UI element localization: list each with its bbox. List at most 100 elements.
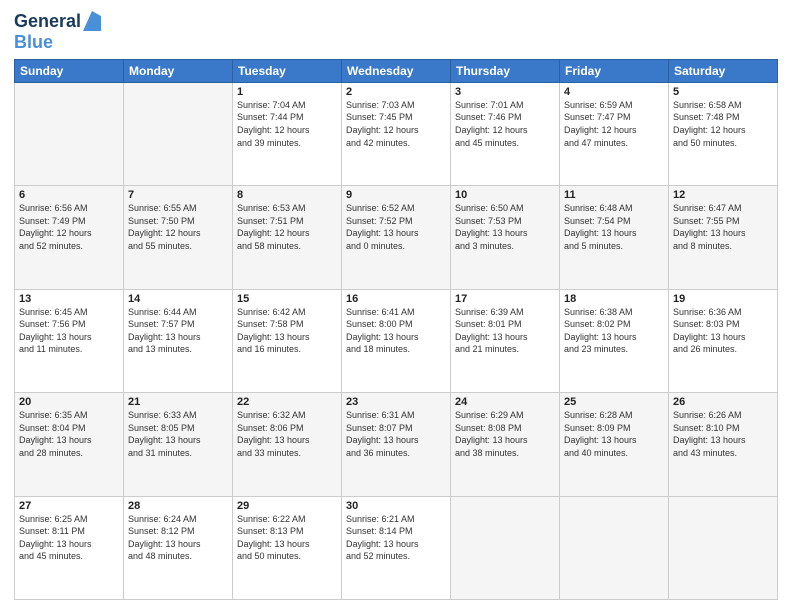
day-info: Sunrise: 6:24 AM Sunset: 8:12 PM Dayligh… xyxy=(128,513,228,563)
calendar-cell: 21Sunrise: 6:33 AM Sunset: 8:05 PM Dayli… xyxy=(124,393,233,496)
calendar-header-row: SundayMondayTuesdayWednesdayThursdayFrid… xyxy=(15,59,778,82)
calendar-cell: 2Sunrise: 7:03 AM Sunset: 7:45 PM Daylig… xyxy=(342,82,451,185)
calendar-cell: 24Sunrise: 6:29 AM Sunset: 8:08 PM Dayli… xyxy=(451,393,560,496)
day-info: Sunrise: 6:32 AM Sunset: 8:06 PM Dayligh… xyxy=(237,409,337,459)
day-number: 6 xyxy=(19,189,119,201)
day-info: Sunrise: 6:48 AM Sunset: 7:54 PM Dayligh… xyxy=(564,202,664,252)
day-info: Sunrise: 6:26 AM Sunset: 8:10 PM Dayligh… xyxy=(673,409,773,459)
day-number: 24 xyxy=(455,396,555,408)
day-info: Sunrise: 6:25 AM Sunset: 8:11 PM Dayligh… xyxy=(19,513,119,563)
calendar-cell: 1Sunrise: 7:04 AM Sunset: 7:44 PM Daylig… xyxy=(233,82,342,185)
calendar-week-row: 13Sunrise: 6:45 AM Sunset: 7:56 PM Dayli… xyxy=(15,289,778,392)
day-number: 26 xyxy=(673,396,773,408)
calendar-cell: 18Sunrise: 6:38 AM Sunset: 8:02 PM Dayli… xyxy=(560,289,669,392)
calendar-cell: 22Sunrise: 6:32 AM Sunset: 8:06 PM Dayli… xyxy=(233,393,342,496)
day-info: Sunrise: 6:58 AM Sunset: 7:48 PM Dayligh… xyxy=(673,99,773,149)
day-info: Sunrise: 6:53 AM Sunset: 7:51 PM Dayligh… xyxy=(237,202,337,252)
calendar-cell: 29Sunrise: 6:22 AM Sunset: 8:13 PM Dayli… xyxy=(233,496,342,599)
day-number: 14 xyxy=(128,293,228,305)
day-info: Sunrise: 6:50 AM Sunset: 7:53 PM Dayligh… xyxy=(455,202,555,252)
header: General Blue xyxy=(14,12,778,53)
calendar-week-row: 20Sunrise: 6:35 AM Sunset: 8:04 PM Dayli… xyxy=(15,393,778,496)
day-info: Sunrise: 6:21 AM Sunset: 8:14 PM Dayligh… xyxy=(346,513,446,563)
calendar-cell: 20Sunrise: 6:35 AM Sunset: 8:04 PM Dayli… xyxy=(15,393,124,496)
col-header-saturday: Saturday xyxy=(669,59,778,82)
day-info: Sunrise: 6:42 AM Sunset: 7:58 PM Dayligh… xyxy=(237,306,337,356)
day-info: Sunrise: 6:47 AM Sunset: 7:55 PM Dayligh… xyxy=(673,202,773,252)
day-info: Sunrise: 6:52 AM Sunset: 7:52 PM Dayligh… xyxy=(346,202,446,252)
day-info: Sunrise: 6:22 AM Sunset: 8:13 PM Dayligh… xyxy=(237,513,337,563)
day-info: Sunrise: 7:01 AM Sunset: 7:46 PM Dayligh… xyxy=(455,99,555,149)
calendar-cell xyxy=(669,496,778,599)
day-info: Sunrise: 6:35 AM Sunset: 8:04 PM Dayligh… xyxy=(19,409,119,459)
calendar-cell: 16Sunrise: 6:41 AM Sunset: 8:00 PM Dayli… xyxy=(342,289,451,392)
day-info: Sunrise: 6:33 AM Sunset: 8:05 PM Dayligh… xyxy=(128,409,228,459)
day-number: 17 xyxy=(455,293,555,305)
calendar-cell: 4Sunrise: 6:59 AM Sunset: 7:47 PM Daylig… xyxy=(560,82,669,185)
day-info: Sunrise: 7:04 AM Sunset: 7:44 PM Dayligh… xyxy=(237,99,337,149)
col-header-monday: Monday xyxy=(124,59,233,82)
calendar-cell: 9Sunrise: 6:52 AM Sunset: 7:52 PM Daylig… xyxy=(342,186,451,289)
day-info: Sunrise: 6:36 AM Sunset: 8:03 PM Dayligh… xyxy=(673,306,773,356)
day-number: 7 xyxy=(128,189,228,201)
day-info: Sunrise: 6:44 AM Sunset: 7:57 PM Dayligh… xyxy=(128,306,228,356)
day-info: Sunrise: 6:59 AM Sunset: 7:47 PM Dayligh… xyxy=(564,99,664,149)
calendar-cell xyxy=(124,82,233,185)
calendar-cell: 28Sunrise: 6:24 AM Sunset: 8:12 PM Dayli… xyxy=(124,496,233,599)
calendar-cell: 6Sunrise: 6:56 AM Sunset: 7:49 PM Daylig… xyxy=(15,186,124,289)
day-number: 3 xyxy=(455,86,555,98)
day-number: 8 xyxy=(237,189,337,201)
calendar-cell: 5Sunrise: 6:58 AM Sunset: 7:48 PM Daylig… xyxy=(669,82,778,185)
day-number: 23 xyxy=(346,396,446,408)
day-number: 21 xyxy=(128,396,228,408)
day-number: 19 xyxy=(673,293,773,305)
col-header-thursday: Thursday xyxy=(451,59,560,82)
day-info: Sunrise: 6:55 AM Sunset: 7:50 PM Dayligh… xyxy=(128,202,228,252)
day-number: 1 xyxy=(237,86,337,98)
col-header-tuesday: Tuesday xyxy=(233,59,342,82)
day-number: 4 xyxy=(564,86,664,98)
calendar-cell: 3Sunrise: 7:01 AM Sunset: 7:46 PM Daylig… xyxy=(451,82,560,185)
day-number: 15 xyxy=(237,293,337,305)
day-number: 28 xyxy=(128,500,228,512)
calendar-cell: 25Sunrise: 6:28 AM Sunset: 8:09 PM Dayli… xyxy=(560,393,669,496)
calendar-cell: 11Sunrise: 6:48 AM Sunset: 7:54 PM Dayli… xyxy=(560,186,669,289)
day-info: Sunrise: 6:45 AM Sunset: 7:56 PM Dayligh… xyxy=(19,306,119,356)
day-number: 16 xyxy=(346,293,446,305)
calendar-cell: 30Sunrise: 6:21 AM Sunset: 8:14 PM Dayli… xyxy=(342,496,451,599)
day-info: Sunrise: 6:56 AM Sunset: 7:49 PM Dayligh… xyxy=(19,202,119,252)
day-number: 13 xyxy=(19,293,119,305)
day-info: Sunrise: 6:31 AM Sunset: 8:07 PM Dayligh… xyxy=(346,409,446,459)
calendar-week-row: 1Sunrise: 7:04 AM Sunset: 7:44 PM Daylig… xyxy=(15,82,778,185)
calendar-cell: 7Sunrise: 6:55 AM Sunset: 7:50 PM Daylig… xyxy=(124,186,233,289)
calendar-week-row: 27Sunrise: 6:25 AM Sunset: 8:11 PM Dayli… xyxy=(15,496,778,599)
day-info: Sunrise: 6:38 AM Sunset: 8:02 PM Dayligh… xyxy=(564,306,664,356)
day-number: 29 xyxy=(237,500,337,512)
day-number: 18 xyxy=(564,293,664,305)
day-number: 9 xyxy=(346,189,446,201)
calendar: SundayMondayTuesdayWednesdayThursdayFrid… xyxy=(14,59,778,600)
calendar-cell: 10Sunrise: 6:50 AM Sunset: 7:53 PM Dayli… xyxy=(451,186,560,289)
day-number: 27 xyxy=(19,500,119,512)
col-header-wednesday: Wednesday xyxy=(342,59,451,82)
calendar-cell: 14Sunrise: 6:44 AM Sunset: 7:57 PM Dayli… xyxy=(124,289,233,392)
calendar-cell: 15Sunrise: 6:42 AM Sunset: 7:58 PM Dayli… xyxy=(233,289,342,392)
day-info: Sunrise: 7:03 AM Sunset: 7:45 PM Dayligh… xyxy=(346,99,446,149)
calendar-cell: 13Sunrise: 6:45 AM Sunset: 7:56 PM Dayli… xyxy=(15,289,124,392)
logo-icon xyxy=(83,11,101,31)
col-header-friday: Friday xyxy=(560,59,669,82)
logo-general: General xyxy=(14,12,81,32)
day-number: 11 xyxy=(564,189,664,201)
col-header-sunday: Sunday xyxy=(15,59,124,82)
day-number: 2 xyxy=(346,86,446,98)
day-number: 5 xyxy=(673,86,773,98)
calendar-cell: 17Sunrise: 6:39 AM Sunset: 8:01 PM Dayli… xyxy=(451,289,560,392)
calendar-cell xyxy=(451,496,560,599)
day-number: 12 xyxy=(673,189,773,201)
logo-blue: Blue xyxy=(14,32,53,53)
day-number: 30 xyxy=(346,500,446,512)
day-info: Sunrise: 6:39 AM Sunset: 8:01 PM Dayligh… xyxy=(455,306,555,356)
calendar-cell xyxy=(560,496,669,599)
day-info: Sunrise: 6:29 AM Sunset: 8:08 PM Dayligh… xyxy=(455,409,555,459)
calendar-cell: 19Sunrise: 6:36 AM Sunset: 8:03 PM Dayli… xyxy=(669,289,778,392)
